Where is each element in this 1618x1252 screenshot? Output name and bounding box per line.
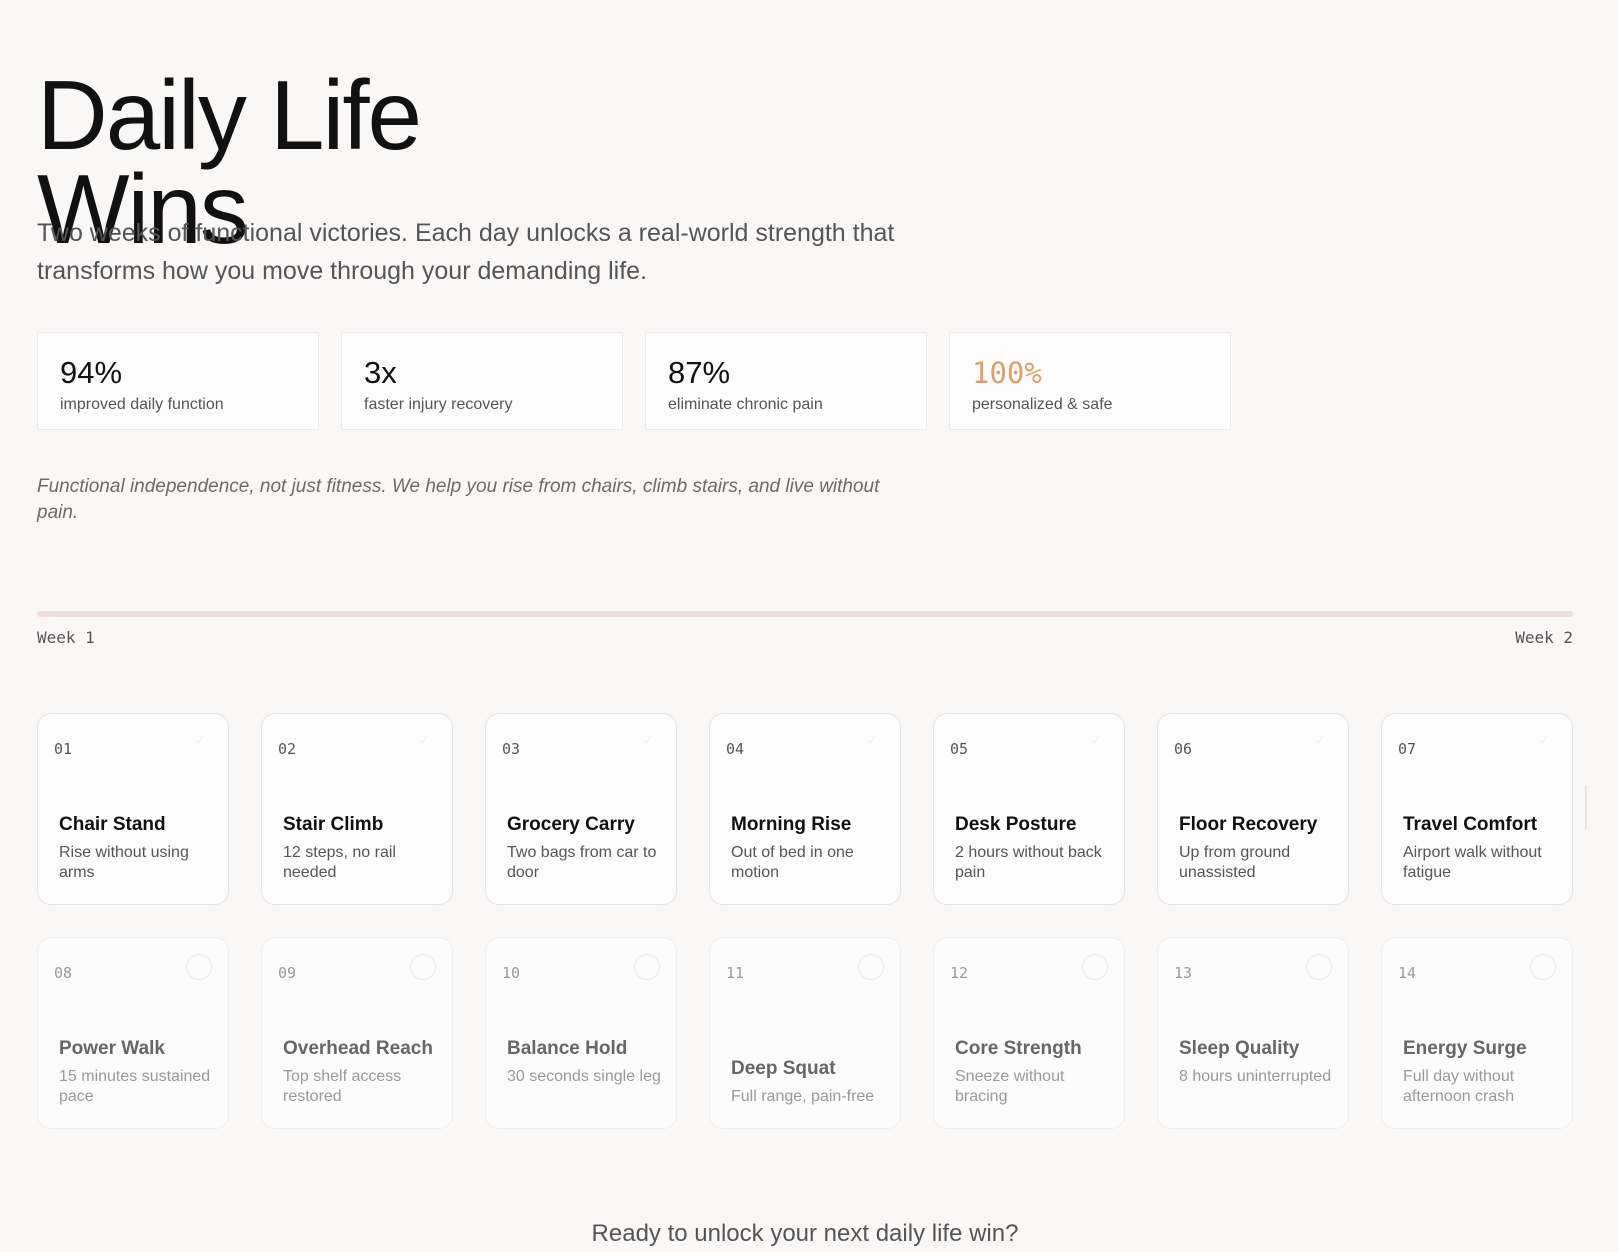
day-number: 13 <box>1174 964 1193 982</box>
day-card-04[interactable]: 04 ✓ Morning Rise Out of bed in one motion <box>709 713 901 905</box>
day-card-05[interactable]: 05 ✓ Desk Posture 2 hours without back pain <box>933 713 1125 905</box>
day-title: Travel Comfort <box>1403 814 1538 835</box>
check-icon: ✓ <box>642 732 654 748</box>
stat-value: 94% <box>60 355 123 390</box>
stat-label: faster injury recovery <box>364 396 513 413</box>
check-icon: ✓ <box>418 732 430 748</box>
day-title: Balance Hold <box>507 1038 628 1059</box>
day-title: Overhead Reach <box>283 1038 433 1059</box>
day-card-11[interactable]: 11 Deep Squat Full range, pain-free <box>709 937 901 1129</box>
day-title: Chair Stand <box>59 814 166 835</box>
day-card-10[interactable]: 10 Balance Hold 30 seconds single leg <box>485 937 677 1129</box>
day-title: Deep Squat <box>731 1058 836 1079</box>
day-card-01[interactable]: 01 ✓ Chair Stand Rise without using arms <box>37 713 229 905</box>
day-card-07[interactable]: 07 ✓ Travel Comfort Airport walk without fa… <box>1381 713 1573 905</box>
stat-card: 94% improved daily function <box>37 332 319 430</box>
day-description: Sneeze without bracing <box>955 1068 1065 1105</box>
circle-icon <box>1306 954 1332 980</box>
progress-track <box>37 611 1573 617</box>
day-number: 02 <box>278 740 297 758</box>
day-description: 12 steps, no rail needed <box>283 844 396 881</box>
stat-label: improved daily function <box>60 396 224 413</box>
day-number: 09 <box>278 964 297 982</box>
day-description: Full range, pain-free <box>731 1088 875 1105</box>
day-number: 01 <box>54 740 73 758</box>
stat-label: eliminate chronic pain <box>668 396 823 413</box>
cta-text: Ready to unlock your next daily life win… <box>591 1220 1019 1247</box>
stat-card: 87% eliminate chronic pain <box>645 332 927 430</box>
day-description: Two bags from car to door <box>507 844 657 881</box>
stat-card: 100% personalized & safe <box>949 332 1231 430</box>
day-description: Up from ground unassisted <box>1179 844 1291 881</box>
day-title: Sleep Quality <box>1179 1038 1300 1059</box>
day-card-14[interactable]: 14 Energy Surge Full day without afternoon… <box>1381 937 1573 1129</box>
day-title: Grocery Carry <box>507 814 635 835</box>
day-title: Core Strength <box>955 1038 1082 1059</box>
day-title: Morning Rise <box>731 814 852 835</box>
day-number: 11 <box>726 964 745 982</box>
page-subtitle: Two weeks of functional victories. Each … <box>37 219 895 285</box>
day-number: 14 <box>1398 964 1417 982</box>
day-description: 15 minutes sustained pace <box>59 1068 211 1105</box>
check-icon: ✓ <box>1538 732 1550 748</box>
day-number: 07 <box>1398 740 1417 758</box>
day-description: Full day without afternoon crash <box>1403 1068 1515 1105</box>
day-title: Floor Recovery <box>1179 814 1318 835</box>
tagline: Functional independence, not just fitnes… <box>37 476 880 523</box>
day-number: 06 <box>1174 740 1193 758</box>
day-number: 03 <box>502 740 521 758</box>
day-number: 08 <box>54 964 73 982</box>
day-card-02[interactable]: 02 ✓ Stair Climb 12 steps, no rail needed <box>261 713 453 905</box>
check-icon: ✓ <box>1314 732 1326 748</box>
check-icon: ✓ <box>194 732 206 748</box>
day-card-09[interactable]: 09 Overhead Reach Top shelf access restore… <box>261 937 453 1129</box>
check-icon: ✓ <box>1090 732 1102 748</box>
day-description: Airport walk without fatigue <box>1403 844 1542 881</box>
day-card-06[interactable]: 06 ✓ Floor Recovery Up from ground unassist… <box>1157 713 1349 905</box>
day-card-08[interactable]: 08 Power Walk 15 minutes sustained pace <box>37 937 229 1129</box>
day-description: Out of bed in one motion <box>731 844 854 881</box>
scroll-indicator <box>1585 785 1587 830</box>
day-description: 30 seconds single leg <box>507 1068 661 1085</box>
day-title: Power Walk <box>59 1038 165 1059</box>
week2-label: Week 2 <box>1515 628 1573 647</box>
week1-label: Week 1 <box>37 628 95 647</box>
page-title-line1: Daily Life <box>37 59 422 170</box>
day-number: 10 <box>502 964 521 982</box>
check-icon: ✓ <box>866 732 878 748</box>
circle-icon <box>634 954 660 980</box>
day-title: Stair Climb <box>283 814 384 835</box>
day-title: Desk Posture <box>955 814 1077 835</box>
stat-value: 100% <box>972 356 1042 390</box>
circle-icon <box>1530 954 1556 980</box>
stat-value: 3x <box>364 355 397 390</box>
day-number: 12 <box>950 964 969 982</box>
day-card-13[interactable]: 13 Sleep Quality 8 hours uninterrupted <box>1157 937 1349 1129</box>
circle-icon <box>858 954 884 980</box>
day-card-12[interactable]: 12 Core Strength Sneeze without bracing <box>933 937 1125 1129</box>
circle-icon <box>1082 954 1108 980</box>
day-description: 8 hours uninterrupted <box>1179 1068 1332 1085</box>
day-description: Rise without using arms <box>59 844 189 881</box>
day-description: 2 hours without back pain <box>955 844 1102 881</box>
day-card-03[interactable]: 03 ✓ Grocery Carry Two bags from car to doo… <box>485 713 677 905</box>
day-description: Top shelf access restored <box>283 1068 402 1105</box>
stat-value: 87% <box>668 355 731 390</box>
day-number: 05 <box>950 740 969 758</box>
stat-label: personalized & safe <box>972 396 1113 413</box>
day-title: Energy Surge <box>1403 1038 1527 1059</box>
circle-icon <box>186 954 212 980</box>
stat-card: 3x faster injury recovery <box>341 332 623 430</box>
day-number: 04 <box>726 740 745 758</box>
circle-icon <box>410 954 436 980</box>
